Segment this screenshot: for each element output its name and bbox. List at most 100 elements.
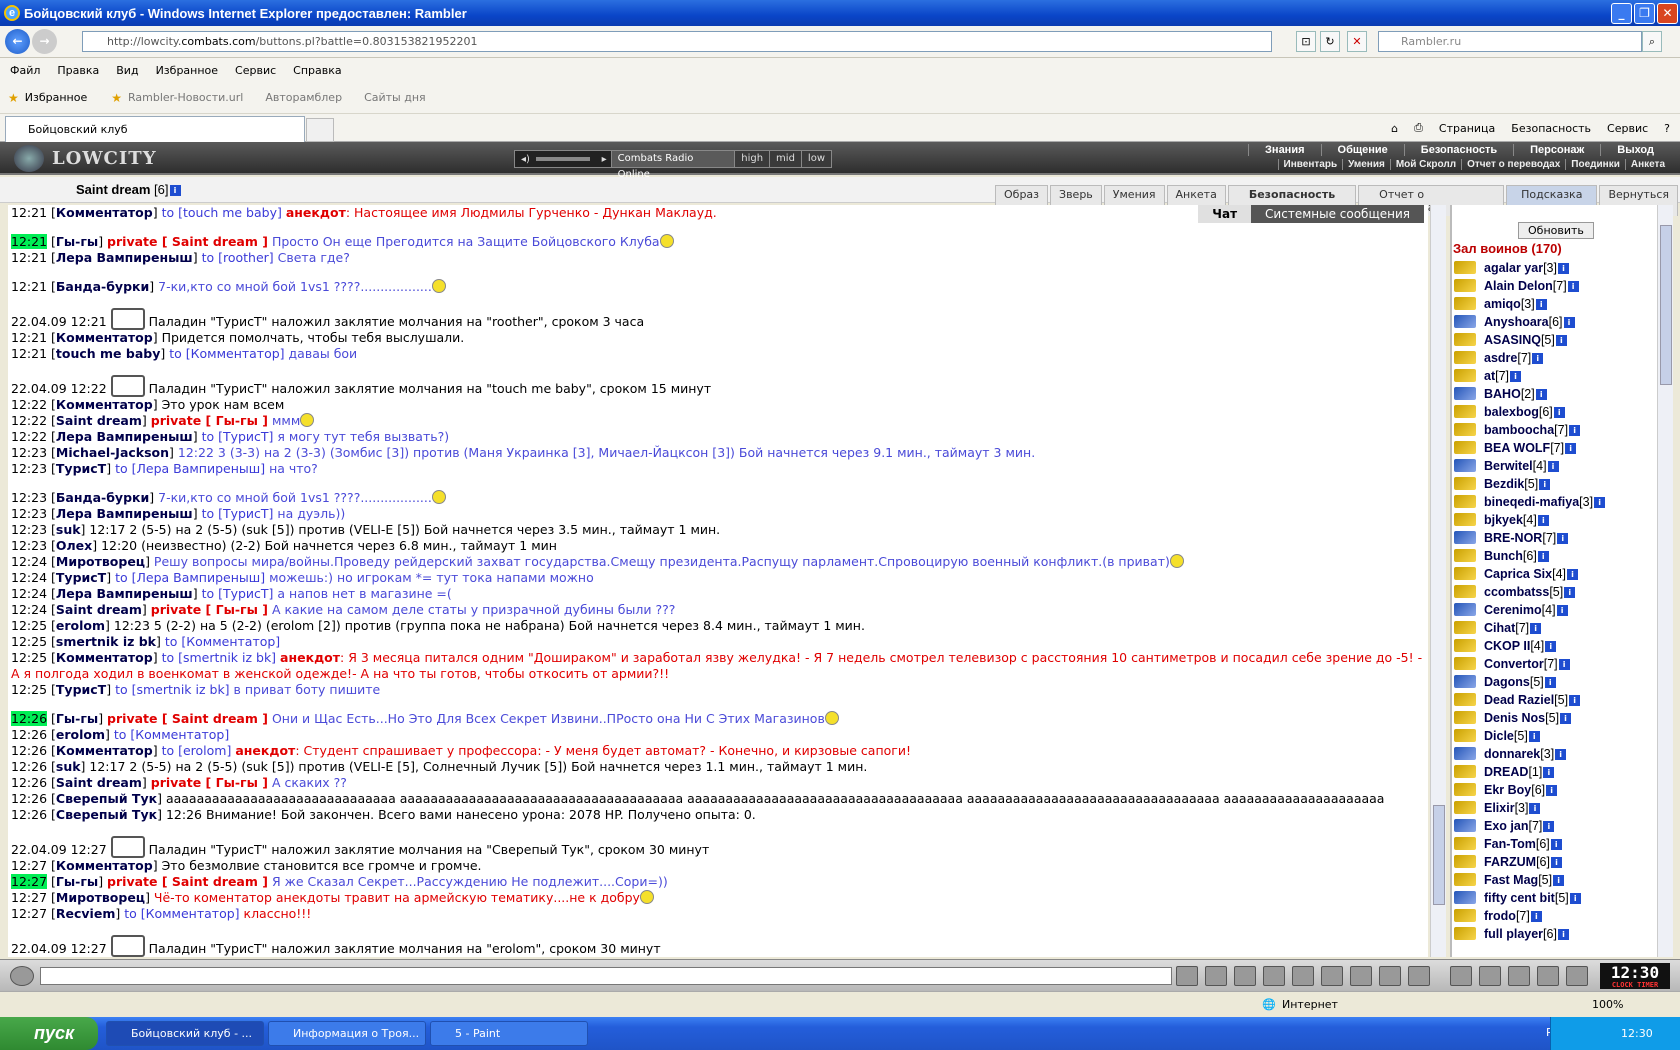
player-nick[interactable]: Denis Nos xyxy=(1484,711,1545,725)
chat-time[interactable]: 12:21 xyxy=(11,205,47,220)
player-nick[interactable]: Cihat xyxy=(1484,621,1515,635)
chat-nick[interactable]: Лера Вампиреныш xyxy=(56,506,193,521)
search-input[interactable]: Rambler.ru xyxy=(1378,31,1642,52)
player-nick[interactable]: full player xyxy=(1484,927,1543,941)
player-list-item[interactable]: Fast Mag[5] i xyxy=(1454,873,1605,891)
player-list-item[interactable]: Cerenimo[4] i xyxy=(1454,603,1605,621)
player-info-icon[interactable]: i xyxy=(1528,731,1540,742)
add-favorite-icon[interactable]: ★ xyxy=(111,91,122,105)
private-message-icon[interactable] xyxy=(1454,333,1476,346)
player-list-item[interactable]: Berwitel[4] i xyxy=(1454,459,1605,477)
private-message-icon[interactable] xyxy=(1454,585,1476,598)
gmenu-security[interactable]: Безопасность xyxy=(1403,144,1513,156)
chat-private[interactable]: private [ Гы-гы ] xyxy=(151,602,268,617)
stop-icon[interactable]: ✕ xyxy=(1347,31,1367,52)
player-info-icon[interactable]: i xyxy=(1553,875,1565,886)
player-list-item[interactable]: Anyshoara[6] i xyxy=(1454,315,1605,333)
player-list-item[interactable]: at[7] i xyxy=(1454,369,1605,387)
player-info-icon[interactable]: i xyxy=(1530,911,1542,922)
gmenu-my-scroll[interactable]: Мой Скролл xyxy=(1389,159,1461,170)
chat-nick[interactable]: Комментатор xyxy=(56,397,153,412)
player-info-icon[interactable]: i xyxy=(1543,767,1555,778)
player-info-icon[interactable]: i xyxy=(1567,569,1578,580)
player-list-item[interactable]: FARZUM[6] i xyxy=(1454,855,1605,873)
chat-log[interactable]: Чат Системные сообщения 12:21 [Комментат… xyxy=(8,205,1428,957)
browser-tab[interactable]: Бойцовский клуб xyxy=(5,116,305,142)
private-message-icon[interactable] xyxy=(1454,477,1476,490)
chat-time[interactable]: 12:23 xyxy=(11,506,47,521)
private-message-icon[interactable] xyxy=(1454,747,1476,760)
chat-nick[interactable]: ТурисТ xyxy=(56,570,106,585)
chat-time[interactable]: 12:26 xyxy=(11,727,47,742)
close-button[interactable]: ✕ xyxy=(1657,3,1678,24)
tools-icon[interactable] xyxy=(1292,966,1314,986)
chat-nick[interactable]: Миротворец xyxy=(56,554,145,569)
player-info-icon[interactable]: i xyxy=(1537,515,1549,526)
refresh-icon[interactable]: ↻ xyxy=(1320,31,1340,52)
player-list-item[interactable]: Bezdik[5] i xyxy=(1454,477,1605,495)
chat-private[interactable]: private [ Гы-гы ] xyxy=(151,413,268,428)
players-scroll-thumb[interactable] xyxy=(1660,225,1672,385)
minimize-button[interactable]: _ xyxy=(1611,3,1632,24)
player-nick[interactable]: at xyxy=(1484,369,1495,383)
volume-slider[interactable] xyxy=(535,157,590,161)
private-message-icon[interactable] xyxy=(1454,801,1476,814)
chat-time[interactable]: 12:26 xyxy=(11,743,47,758)
private-message-icon[interactable] xyxy=(1454,441,1476,454)
chat-nick[interactable]: Сверепый Тук xyxy=(56,791,157,806)
player-list-item[interactable]: amiqo[3] i xyxy=(1454,297,1605,315)
player-nick[interactable]: CKOP II xyxy=(1484,639,1530,653)
player-info-icon[interactable]: i xyxy=(1557,533,1569,544)
menu-view[interactable]: Вид xyxy=(116,64,138,77)
chat-time[interactable]: 12:21 xyxy=(11,346,47,361)
chat-time[interactable]: 12:24 xyxy=(11,554,47,569)
player-info-icon[interactable]: i xyxy=(1539,479,1551,490)
player-info-icon[interactable]: i xyxy=(1556,605,1568,616)
task-info[interactable]: Информация о Троя... xyxy=(268,1021,426,1046)
player-nick[interactable]: Dagons xyxy=(1484,675,1530,689)
chat-time[interactable]: 12:26 xyxy=(11,807,47,822)
private-message-icon[interactable] xyxy=(1454,369,1476,382)
menu-tools[interactable]: Сервис xyxy=(235,64,276,77)
player-list-item[interactable]: Caprica Six[4] i xyxy=(1454,567,1605,585)
player-info-icon[interactable]: i xyxy=(1594,497,1606,508)
forward-button[interactable]: → xyxy=(32,29,57,54)
player-nick[interactable]: DREAD xyxy=(1484,765,1528,779)
new-tab-button[interactable] xyxy=(306,118,334,142)
fav-link-rambler-news[interactable]: Rambler-Новости.url xyxy=(128,91,243,104)
player-list-item[interactable]: Denis Nos[5] i xyxy=(1454,711,1605,729)
player-list-item[interactable]: Fan-Tom[6] i xyxy=(1454,837,1605,855)
private-message-icon[interactable] xyxy=(1454,297,1476,310)
chat-private[interactable]: private [ Saint dream ] xyxy=(107,874,268,889)
chat-time[interactable]: 22.04.09 12:27 xyxy=(11,941,107,956)
chat-private[interactable]: private [ Гы-гы ] xyxy=(151,775,268,790)
player-nick[interactable]: Cerenimo xyxy=(1484,603,1542,617)
group-icon[interactable] xyxy=(1479,966,1501,986)
refresh-button[interactable]: Обновить xyxy=(1518,222,1594,239)
player-list-item[interactable]: Exo jan[7] i xyxy=(1454,819,1605,837)
player-info-icon[interactable]: i xyxy=(1544,677,1556,688)
chat-time[interactable]: 12:25 xyxy=(11,634,47,649)
chat-mode-icon[interactable] xyxy=(10,966,34,986)
player-nick[interactable]: Ekr Boy xyxy=(1484,783,1531,797)
chat-nick[interactable]: Комментатор xyxy=(56,330,153,345)
chat-nick[interactable]: Лера Вампиреныш xyxy=(56,429,193,444)
compat-view-icon[interactable]: ⊡ xyxy=(1296,31,1316,52)
chat-time[interactable]: 12:21 xyxy=(11,250,47,265)
chat-to[interactable]: to [smertnik iz bk] xyxy=(115,682,229,697)
player-nick[interactable]: BEA WOLF xyxy=(1484,441,1550,455)
chat-time[interactable]: 12:24 xyxy=(11,570,47,585)
private-message-icon[interactable] xyxy=(1454,765,1476,778)
chat-nick[interactable]: Гы-гы xyxy=(56,234,98,249)
player-info-icon[interactable]: i xyxy=(1547,461,1559,472)
fav-link-sites-of-day[interactable]: Сайты дня xyxy=(364,91,426,104)
chat-nick[interactable]: Гы-гы xyxy=(56,711,98,726)
chat-nick[interactable]: smertnik iz bk xyxy=(56,634,156,649)
player-nick[interactable]: FARZUM xyxy=(1484,855,1536,869)
chat-time[interactable]: 12:24 xyxy=(11,586,47,601)
chat-private[interactable]: private [ Saint dream ] xyxy=(107,234,268,249)
chat-to[interactable]: to [ТурисТ] xyxy=(202,586,274,601)
send-icon[interactable] xyxy=(1176,966,1198,986)
chat-time[interactable]: 12:24 xyxy=(11,602,47,617)
chat-time[interactable]: 12:27 xyxy=(11,858,47,873)
